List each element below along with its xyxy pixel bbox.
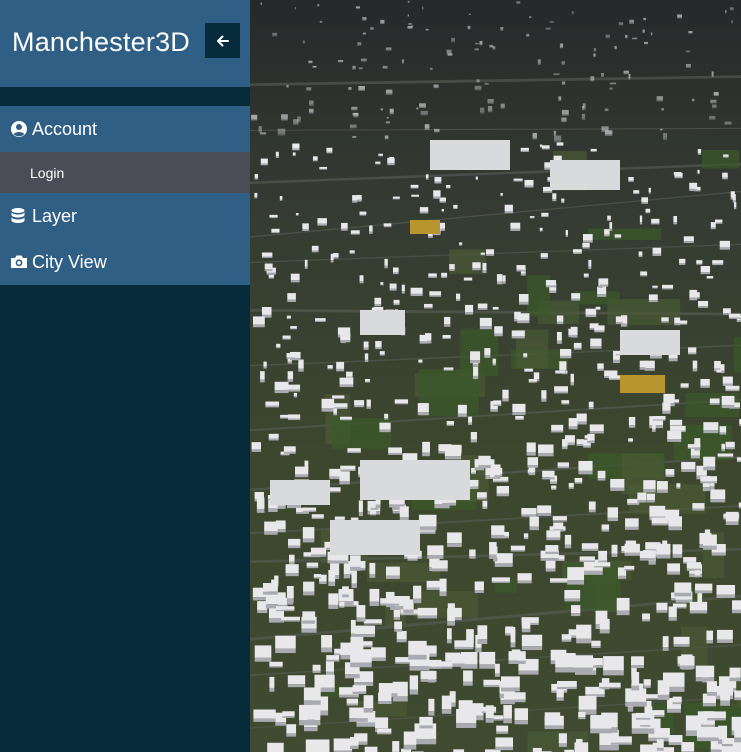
city-map-render bbox=[250, 0, 741, 752]
arrow-left-icon bbox=[216, 35, 229, 46]
database-icon bbox=[10, 207, 28, 225]
menu-item-layer-label: Layer bbox=[32, 205, 78, 226]
user-circle-icon bbox=[10, 120, 28, 138]
submenu-item-login-label: Login bbox=[30, 164, 65, 181]
submenu-item-login[interactable]: Login bbox=[0, 152, 250, 193]
menu-item-city-view[interactable]: City View bbox=[0, 239, 250, 285]
sidebar: Manchester3D Account Login Layer City Vi… bbox=[0, 0, 250, 752]
menu-item-city-view-label: City View bbox=[32, 251, 107, 272]
menu-item-account-label: Account bbox=[32, 118, 98, 139]
menu-item-account[interactable]: Account bbox=[0, 106, 250, 152]
3d-city-map[interactable] bbox=[250, 0, 741, 752]
camera-icon bbox=[10, 253, 28, 271]
sidebar-spacer bbox=[0, 87, 250, 106]
sidebar-header: Manchester3D bbox=[0, 0, 250, 87]
app-title: Manchester3D bbox=[12, 27, 190, 57]
collapse-sidebar-button[interactable] bbox=[205, 23, 240, 58]
sidebar-menu: Account Login Layer City View bbox=[0, 106, 250, 285]
menu-item-layer[interactable]: Layer bbox=[0, 193, 250, 239]
